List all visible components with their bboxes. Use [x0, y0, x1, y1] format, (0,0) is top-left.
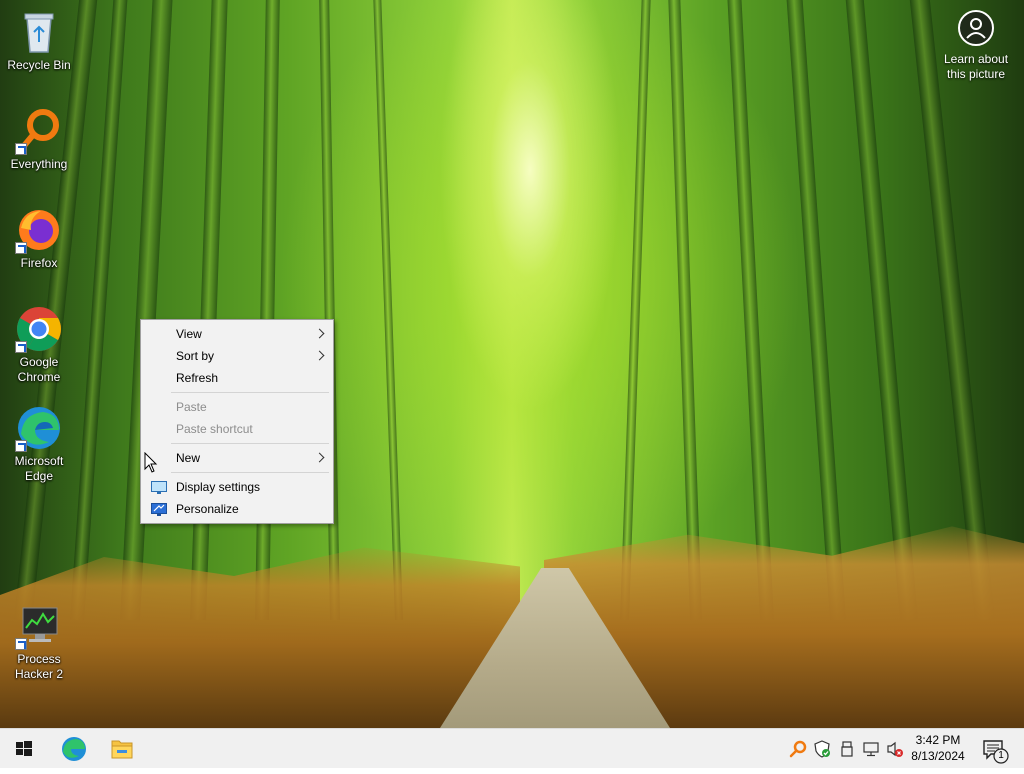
desktop-icon-everything[interactable]: Everything	[1, 107, 77, 172]
mouse-cursor-icon	[144, 452, 158, 473]
wallpaper-stalk	[785, 0, 846, 621]
menu-item-sort-by[interactable]: Sort by	[143, 345, 331, 367]
edge-icon	[62, 737, 86, 761]
menu-item-paste-shortcut: Paste shortcut	[176, 422, 253, 436]
wallpaper-stalk	[120, 0, 174, 621]
desktop-icon-process-hacker[interactable]: Process Hacker 2	[1, 602, 77, 682]
chevron-right-icon	[314, 452, 325, 463]
desktop-icon-label: Microsoft Edge	[14, 454, 64, 483]
recycle-bin-icon	[15, 8, 63, 56]
desktop-icon-firefox[interactable]: Firefox	[1, 206, 77, 271]
wallpaper-stalk	[620, 0, 652, 621]
taskbar-clock[interactable]: 3:42 PM 8/13/2024	[906, 732, 970, 764]
notification-count-badge: 1	[998, 750, 1004, 761]
camera-info-icon	[958, 10, 994, 46]
menu-separator	[171, 472, 329, 473]
desktop-icon-recycle-bin[interactable]: Recycle Bin	[1, 8, 77, 73]
display-settings-icon	[151, 480, 167, 494]
wallpaper-stalk	[372, 0, 403, 621]
network-icon[interactable]	[862, 740, 880, 758]
clock-time: 3:42 PM	[915, 733, 961, 747]
wallpaper-stalk	[844, 0, 918, 621]
menu-separator	[171, 443, 329, 444]
wallpaper-stalk	[726, 0, 774, 621]
menu-item-display-settings[interactable]: Display settings	[143, 476, 331, 498]
taskbar-edge-button[interactable]	[50, 729, 98, 769]
learn-about-picture-button[interactable]: Learn about this picture	[938, 10, 1014, 82]
desktop-icon-label: Google Chrome	[17, 355, 61, 384]
clock-date: 8/13/2024	[911, 749, 965, 763]
desktop-icon-google-chrome[interactable]: Google Chrome	[1, 305, 77, 385]
chevron-right-icon	[314, 350, 325, 361]
personalize-icon	[151, 502, 167, 516]
shortcut-arrow-icon	[15, 638, 27, 650]
taskbar-file-explorer-button[interactable]	[98, 729, 146, 769]
shortcut-arrow-icon	[15, 440, 27, 452]
start-button[interactable]	[0, 729, 48, 769]
security-shield-icon[interactable]	[813, 740, 831, 758]
shortcut-arrow-icon	[15, 341, 27, 353]
firefox-icon	[15, 206, 63, 254]
volume-muted-icon[interactable]	[886, 740, 904, 758]
menu-item-paste: Paste	[176, 400, 207, 414]
usb-device-icon[interactable]	[838, 740, 856, 758]
desktop-icon-label: Recycle Bin	[7, 58, 71, 72]
windows-logo-icon	[16, 741, 32, 756]
desktop-icon-label: Everything	[10, 157, 68, 171]
notification-center-button[interactable]: 1	[976, 729, 1020, 769]
menu-separator	[171, 392, 329, 393]
shortcut-arrow-icon	[15, 242, 27, 254]
chevron-right-icon	[314, 328, 325, 339]
desktop-icon-label: Process Hacker 2	[14, 652, 64, 681]
wallpaper-stalk	[190, 0, 229, 621]
menu-item-personalize[interactable]: Personalize	[143, 498, 331, 520]
menu-item-refresh[interactable]: Refresh	[143, 367, 331, 389]
everything-tray-icon[interactable]	[789, 740, 807, 758]
file-explorer-icon	[111, 740, 133, 759]
menu-item-new[interactable]: New	[143, 447, 331, 469]
process-hacker-icon	[15, 602, 63, 650]
wallpaper-stalk	[318, 0, 340, 621]
wallpaper-stalk	[255, 0, 281, 621]
desktop-icon-label: Firefox	[20, 256, 58, 270]
desktop-context-menu: View Sort by Refresh Paste Paste shortcu…	[140, 319, 334, 524]
edge-icon	[15, 404, 63, 452]
everything-search-icon	[15, 107, 63, 155]
learn-about-picture-label: Learn about this picture	[943, 52, 1009, 81]
menu-item-view[interactable]: View	[143, 323, 331, 345]
desktop-icon-microsoft-edge[interactable]: Microsoft Edge	[1, 404, 77, 484]
wallpaper-stalk	[667, 0, 702, 621]
chrome-icon	[15, 305, 63, 353]
shortcut-arrow-icon	[15, 143, 27, 155]
taskbar: 3:42 PM 8/13/2024 1	[0, 728, 1024, 768]
